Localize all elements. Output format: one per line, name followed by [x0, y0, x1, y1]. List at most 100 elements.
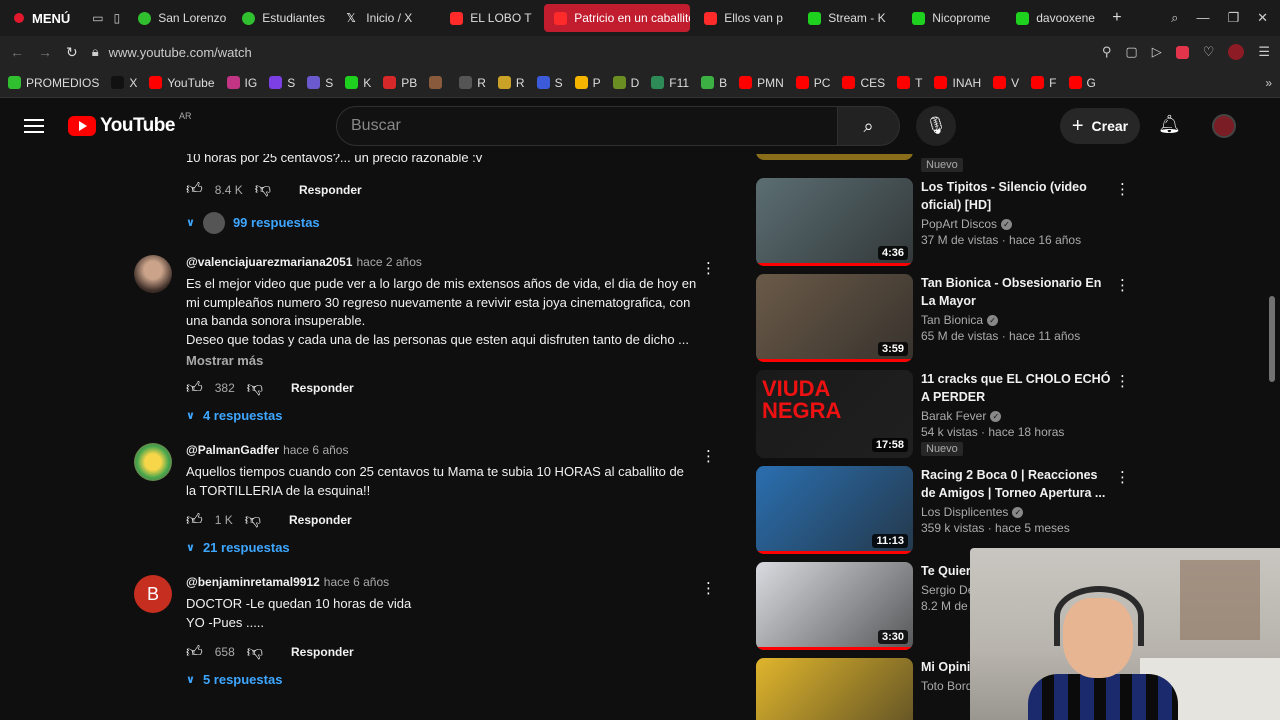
comment-author[interactable]: @PalmanGadfer [186, 443, 279, 457]
rec-thumbnail[interactable] [756, 658, 913, 720]
new-tab-icon[interactable]: + [1112, 9, 1121, 27]
channel-name[interactable]: Los Displicentes [921, 505, 1008, 519]
bookmark-item[interactable]: INAH [934, 76, 981, 90]
comment-time[interactable]: hace 6 años [324, 575, 389, 589]
reload-icon[interactable]: ↻ [66, 44, 78, 61]
pinned-page-icon[interactable]: ▯ [114, 11, 121, 25]
reply-button[interactable]: Responder [289, 513, 352, 527]
rec-thumbnail[interactable]: 4:36 [756, 178, 913, 266]
pin-icon[interactable]: ⚲ [1102, 44, 1112, 60]
rec-thumbnail[interactable]: 11:13 [756, 466, 913, 554]
view-replies-button[interactable]: ∨ 99 respuestas [186, 211, 730, 234]
bookmark-item[interactable]: S [307, 76, 333, 90]
rec-title[interactable]: Tan Bionica - Obsesionario En La Mayor [921, 274, 1111, 310]
more-actions-icon[interactable]: ⋮ [1115, 372, 1130, 390]
channel-name[interactable]: PopArt Discos [921, 217, 997, 231]
search-input[interactable] [336, 106, 838, 146]
bookmark-item[interactable]: PMN [739, 76, 784, 90]
tab[interactable]: EL LOBO T [440, 4, 540, 32]
rec-channel[interactable]: Barak Fever ✓ [921, 409, 1111, 423]
close-window-icon[interactable]: ✕ [1257, 10, 1268, 26]
like-icon[interactable]: 👍︎ [186, 643, 203, 662]
hamburger-menu-icon[interactable] [24, 119, 44, 133]
bookmark-item[interactable]: D [612, 76, 639, 90]
more-actions-icon[interactable]: ⋮ [701, 579, 716, 597]
like-icon[interactable]: 👍︎ [186, 180, 203, 199]
tab[interactable]: Estudiantes [232, 4, 332, 32]
recommended-video[interactable]: 3:59 Tan Bionica - Obsesionario En La May… [756, 274, 1136, 370]
comment-avatar[interactable] [134, 255, 172, 293]
bookmarks-overflow-icon[interactable]: » [1265, 76, 1272, 90]
dislike-icon[interactable]: 👎︎ [247, 379, 263, 398]
bookmark-item[interactable] [429, 76, 447, 89]
rec-thumbnail[interactable]: VIUDA NEGRA 17:58 [756, 370, 913, 458]
heart-icon[interactable]: ♡ [1203, 44, 1215, 60]
reply-button[interactable]: Responder [299, 183, 362, 197]
url-field[interactable]: 🔒︎ www.youtube.com/watch [92, 44, 252, 60]
reply-button[interactable]: Responder [291, 381, 354, 395]
tab[interactable]: Ellos van p [694, 4, 794, 32]
comment-author[interactable]: @benjaminretamal9912 [186, 575, 320, 589]
bookmark-item[interactable]: PC [795, 76, 830, 90]
rec-thumbnail[interactable]: 3:30 [756, 562, 913, 650]
recommended-video[interactable]: VIUDA NEGRA 17:58 11 cracks que EL CHOLO E… [756, 370, 1136, 466]
tab[interactable]: 𝕏 Inicio / X [336, 4, 436, 32]
rec-channel[interactable]: Tan Bionica ✓ [921, 313, 1111, 327]
bookmark-item[interactable]: PROMEDIOS [8, 76, 99, 90]
more-actions-icon[interactable]: ⋮ [701, 447, 716, 465]
more-actions-icon[interactable]: ⋮ [1115, 468, 1130, 486]
bookmark-item[interactable]: B [701, 76, 727, 90]
bookmark-item[interactable]: R [497, 76, 525, 90]
forward-icon[interactable]: → [38, 44, 52, 60]
bookmark-item[interactable]: T [897, 76, 922, 90]
browser-menu-button[interactable]: MENÚ [0, 0, 84, 36]
view-replies-button[interactable]: ∨ 4 respuestas [186, 408, 730, 423]
comment-avatar[interactable]: B [134, 575, 172, 613]
more-actions-icon[interactable]: ⋮ [701, 259, 716, 277]
rec-channel[interactable]: PopArt Discos ✓ [921, 217, 1111, 231]
like-icon[interactable]: 👍︎ [186, 379, 203, 398]
maximize-icon[interactable]: ❐ [1227, 10, 1239, 26]
bookmark-item[interactable]: F11 [651, 76, 689, 90]
bookmark-item[interactable]: G [1068, 76, 1096, 90]
bookmark-item[interactable]: S [269, 76, 295, 90]
snapshot-icon[interactable]: ▢ [1125, 44, 1137, 60]
profile-icon[interactable] [1228, 44, 1245, 60]
easy-setup-icon[interactable]: ☰ [1258, 44, 1270, 60]
play-icon[interactable]: ▷ [1152, 44, 1162, 60]
comment-time[interactable]: hace 6 años [283, 443, 348, 457]
tab[interactable]: davooxene [1006, 4, 1106, 32]
bookmark-item[interactable]: K [345, 76, 371, 90]
rec-thumbnail[interactable]: 3:59 [756, 274, 913, 362]
tab-islands-icon[interactable]: ▭ [92, 11, 103, 25]
comment-time[interactable]: hace 2 años [356, 255, 421, 269]
rec-thumbnail[interactable] [756, 154, 913, 160]
youtube-logo[interactable]: YouTube AR [68, 111, 191, 137]
channel-name[interactable]: Tan Bionica [921, 313, 983, 327]
bookmark-item[interactable]: X [111, 76, 137, 90]
bookmark-item[interactable]: CES [842, 76, 885, 90]
rec-title[interactable]: Los Tipitos - Silencio (video oficial) [… [921, 178, 1111, 214]
bookmark-item[interactable]: R [459, 76, 486, 90]
bookmark-item[interactable]: F [1031, 76, 1057, 90]
more-actions-icon[interactable]: ⋮ [1115, 276, 1130, 294]
bookmark-item[interactable]: YouTube [149, 76, 215, 90]
scrollbar-thumb[interactable] [1269, 296, 1275, 382]
search-button[interactable]: ⌕ [838, 106, 900, 146]
dislike-icon[interactable]: 👎︎ [247, 643, 263, 662]
minimize-icon[interactable]: — [1196, 10, 1209, 26]
notifications-bell-icon[interactable]: 🔔︎ [1158, 114, 1181, 135]
view-replies-button[interactable]: ∨ 21 respuestas [186, 540, 730, 555]
more-actions-icon[interactable]: ⋮ [1115, 180, 1130, 198]
tab-active[interactable]: Patricio en un caballito [544, 4, 691, 32]
account-avatar[interactable] [1212, 114, 1236, 138]
bookmark-item[interactable]: P [574, 76, 601, 90]
comment-avatar[interactable] [134, 443, 172, 481]
reply-button[interactable]: Responder [291, 645, 354, 659]
tab[interactable]: Stream - K [798, 4, 898, 32]
comment-author[interactable]: @valenciajuarezmariana2051 [186, 255, 352, 269]
back-icon[interactable]: ← [10, 44, 24, 60]
bookmark-item[interactable]: V [993, 76, 1019, 90]
dislike-icon[interactable]: 👎︎ [245, 511, 261, 530]
voice-search-button[interactable]: 🎙︎ [916, 106, 956, 146]
